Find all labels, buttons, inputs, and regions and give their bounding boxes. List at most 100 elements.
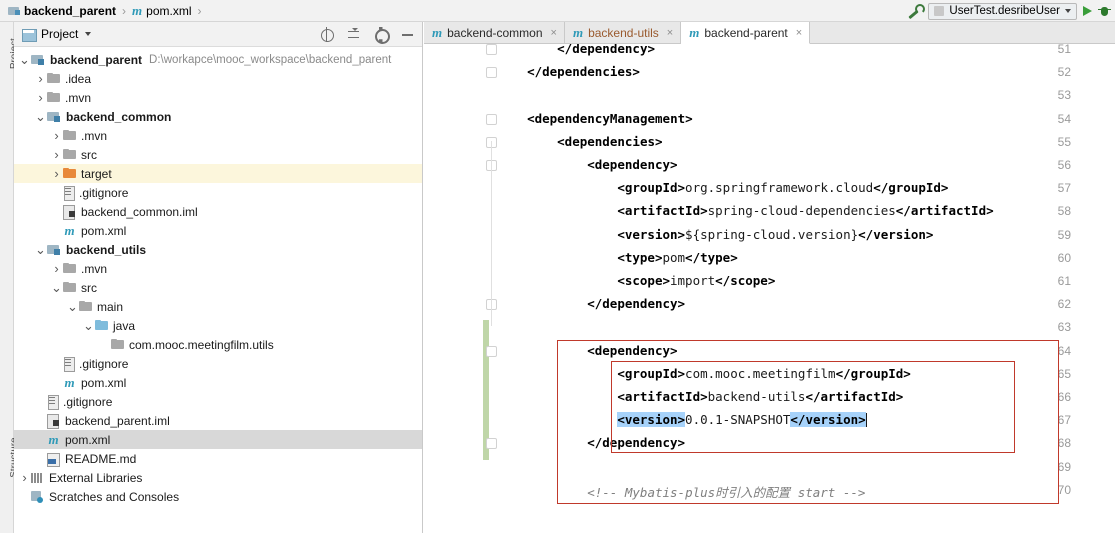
run-config-label: UserTest.desribeUser (949, 5, 1060, 17)
code-editor[interactable]: 51 </dependency> 52 </dependencies> 53 54 <dep… (424, 44, 1115, 533)
tree-item-backend-common[interactable]: ⌄ backend_common (14, 107, 422, 126)
close-icon[interactable]: × (551, 27, 557, 39)
run-configuration-selector[interactable]: UserTest.desribeUser (928, 2, 1077, 20)
tree-item-target[interactable]: › target (14, 164, 422, 183)
code-line: <!-- Mybatis-plus时引入的配置 start --> (587, 482, 865, 501)
tree-item-backend-common-iml[interactable]: backend_common.iml (14, 202, 422, 221)
code-fold-marker[interactable] (486, 345, 497, 357)
tree-item-backend-parent-iml[interactable]: backend_parent.iml (14, 411, 422, 430)
tree-item-backend-utils[interactable]: ⌄ backend_utils (14, 240, 422, 259)
settings-gear-icon[interactable] (374, 28, 390, 44)
code-line: <dependencyManagement> (527, 111, 693, 126)
tree-item-scratches-and-consoles[interactable]: Scratches and Consoles (14, 487, 422, 506)
tree-item-main[interactable]: ⌄ main (14, 297, 422, 316)
chevron-down-icon[interactable] (85, 32, 92, 36)
chevron-down-icon[interactable]: ⌄ (18, 53, 31, 66)
code-token: </dependency> (557, 44, 655, 56)
code-token: </type> (685, 249, 738, 265)
close-icon[interactable]: × (796, 27, 802, 39)
tree-item--mvn[interactable]: › .mvn (14, 88, 422, 107)
chevron-right-icon[interactable]: › (50, 261, 63, 276)
folder-orange-icon (63, 168, 76, 179)
collapse-all-icon[interactable] (347, 28, 360, 41)
tree-item--gitignore[interactable]: .gitignore (14, 392, 422, 411)
tree-item-src[interactable]: › src (14, 145, 422, 164)
tree-item-pom-xml[interactable]: m pom.xml (14, 373, 422, 392)
editor-tab-backend-parent[interactable]: m backend-parent × (681, 22, 811, 44)
tree-item-label: backend_parent.iml (65, 413, 170, 428)
line-number: 57 (1057, 181, 1071, 196)
chevron-right-icon[interactable]: › (50, 166, 63, 181)
tree-item-external-libraries[interactable]: › External Libraries (14, 468, 422, 487)
tree-item-backend-parent[interactable]: ⌄ backend_parent D:\workapce\mooc_workspac… (14, 50, 422, 69)
tree-item-label: src (81, 280, 97, 295)
editor-tab-label: backend-utils (588, 25, 659, 40)
code-token: import (670, 273, 716, 288)
chevron-down-icon[interactable]: ⌄ (34, 110, 47, 123)
wrench-icon[interactable] (906, 3, 926, 19)
code-fold-marker[interactable] (486, 44, 497, 55)
line-number: 63 (1057, 320, 1071, 335)
code-token: ${spring-cloud.version} (685, 226, 859, 242)
code-line: <version>${spring-cloud.version}</versio… (617, 227, 933, 242)
line-number: 51 (1057, 44, 1071, 56)
tree-item-readme-md[interactable]: README.md (14, 449, 422, 468)
tree-item-label: .gitignore (63, 394, 113, 409)
line-number: 56 (1057, 158, 1071, 172)
idea-window: backend_parent › m pom.xml › UserTest.de… (0, 0, 1115, 533)
tree-item-java[interactable]: ⌄ java (14, 316, 422, 335)
line-number: 52 (1057, 65, 1071, 80)
line-number: 62 (1057, 297, 1071, 312)
run-play-icon[interactable] (1083, 6, 1092, 16)
folder-icon (63, 130, 76, 141)
tree-item-label: java (113, 318, 136, 333)
minimize-icon[interactable] (401, 28, 414, 41)
editor-tab-label: backend-parent (704, 25, 788, 40)
debug-bug-icon[interactable] (1098, 5, 1111, 18)
code-token: <artifactId> (617, 389, 708, 404)
tree-item-pom-xml[interactable]: m pom.xml (14, 221, 422, 240)
editor-tab-backend-common[interactable]: m backend-common × (424, 22, 565, 43)
chevron-right-icon[interactable]: › (34, 90, 47, 105)
code-token: </version> (858, 226, 934, 242)
tree-item--gitignore[interactable]: .gitignore (14, 354, 422, 373)
code-fold-marker[interactable] (486, 113, 497, 125)
breadcrumb-item-project[interactable]: backend_parent (6, 0, 118, 22)
tree-item-label: main (97, 299, 124, 314)
tree-item-label: README.md (65, 451, 137, 466)
editor-tab-backend-utils[interactable]: m backend-utils × (564, 22, 682, 43)
run-config-icon (934, 6, 945, 16)
folder-icon (79, 301, 92, 312)
breadcrumb-item-file[interactable]: m pom.xml (130, 0, 193, 22)
code-fold-marker[interactable] (486, 67, 497, 79)
chevron-down-icon[interactable]: ⌄ (34, 243, 47, 256)
chevron-right-icon[interactable]: › (34, 71, 47, 86)
chevron-right-icon[interactable]: › (50, 147, 63, 162)
tree-item--gitignore[interactable]: .gitignore (14, 183, 422, 202)
chevron-down-icon[interactable]: ⌄ (50, 281, 63, 294)
close-icon[interactable]: × (667, 27, 673, 39)
tree-item-com-mooc-meetingfilm-utils[interactable]: com.mooc.meetingfilm.utils (14, 335, 422, 354)
tree-item--mvn[interactable]: › .mvn (14, 126, 422, 145)
folder-blue-icon (95, 320, 108, 331)
module-icon (31, 54, 45, 66)
markdown-icon (47, 452, 60, 467)
tree-item-label: backend_utils (66, 242, 147, 257)
code-line: <groupId>com.mooc.meetingfilm</groupId> (617, 366, 911, 381)
tree-item-src[interactable]: ⌄ src (14, 278, 422, 297)
tree-item-pom-xml[interactable]: m pom.xml (14, 430, 422, 449)
breadcrumb-label-file: pom.xml (146, 3, 192, 18)
chevron-right-icon[interactable]: › (18, 470, 31, 485)
line-number: 64 (1057, 343, 1071, 358)
line-number: 54 (1057, 111, 1071, 126)
module-icon (47, 244, 61, 256)
chevron-down-icon[interactable]: ⌄ (66, 300, 79, 313)
locate-icon[interactable] (320, 27, 334, 42)
tree-item--mvn[interactable]: › .mvn (14, 259, 422, 278)
code-fold-marker[interactable] (486, 438, 497, 450)
maven-m-icon: m (432, 24, 443, 40)
maven-m-icon: m (64, 375, 75, 390)
tree-item--idea[interactable]: › .idea (14, 69, 422, 88)
chevron-right-icon[interactable]: › (50, 128, 63, 143)
chevron-down-icon[interactable]: ⌄ (82, 319, 95, 332)
